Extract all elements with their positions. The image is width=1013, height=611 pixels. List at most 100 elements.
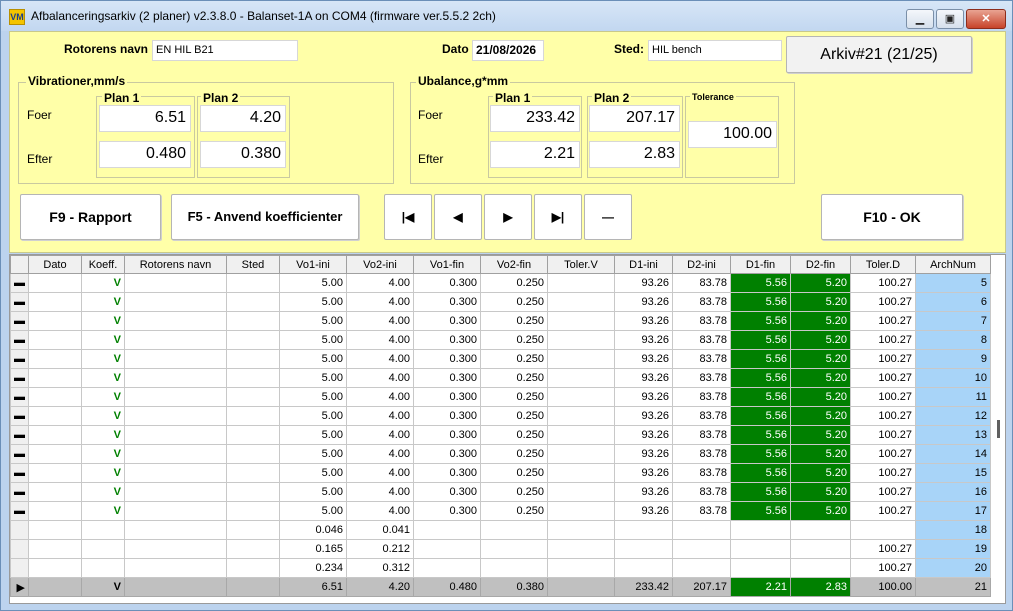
column-header[interactable]: D1-fin <box>730 255 791 274</box>
row-indicator[interactable]: ▬ <box>10 349 29 369</box>
apply-coefficients-button[interactable]: F5 - Anvend koefficienter <box>171 194 359 240</box>
table-cell: 5.56 <box>730 330 791 350</box>
archive-number-button[interactable]: Arkiv#21 (21/25) <box>786 36 972 73</box>
date-field[interactable]: 21/08/2026 <box>472 40 544 61</box>
table-cell: 0.300 <box>413 311 481 331</box>
row-indicator[interactable]: ▶ <box>10 577 29 597</box>
row-indicator[interactable]: ▬ <box>10 330 29 350</box>
row-indicator[interactable] <box>10 558 29 578</box>
table-cell: 83.78 <box>672 292 731 312</box>
table-cell: 0.250 <box>480 311 548 331</box>
previous-record-button[interactable]: ◀ <box>434 194 482 240</box>
row-indicator[interactable]: ▬ <box>10 368 29 388</box>
ok-button[interactable]: F10 - OK <box>821 194 963 240</box>
table-row[interactable]: 0.165 0.212 100.27 19 <box>10 539 991 559</box>
table-cell: 100.27 <box>850 273 916 293</box>
table-cell <box>790 539 851 559</box>
place-field[interactable]: HIL bench <box>648 40 782 61</box>
row-indicator[interactable]: ▬ <box>10 482 29 502</box>
table-cell: 8 <box>915 330 991 350</box>
app-window: VM Afbalanceringsarkiv (2 planer) v2.3.8… <box>0 0 1013 611</box>
table-row[interactable]: ▬ V 5.00 4.00 0.300 0.250 93.26 83.78 5.56 5.20 10… <box>10 292 991 312</box>
row-indicator[interactable] <box>10 520 29 540</box>
column-header[interactable]: D2-ini <box>672 255 731 274</box>
close-button[interactable]: ✕ <box>966 9 1006 29</box>
column-header[interactable]: Koeff. <box>81 255 125 274</box>
grid-scrollbar[interactable] <box>992 255 1005 603</box>
table-row[interactable]: ▬ V 5.00 4.00 0.300 0.250 93.26 83.78 5.56 5.20 10… <box>10 425 991 445</box>
minimize-button[interactable]: ▁ <box>906 9 934 29</box>
scrollbar-thumb[interactable] <box>997 420 1000 438</box>
column-header[interactable]: Dato <box>28 255 82 274</box>
table-row[interactable]: ▬ V 5.00 4.00 0.300 0.250 93.26 83.78 5.56 5.20 10… <box>10 273 991 293</box>
row-indicator[interactable]: ▬ <box>10 463 29 483</box>
table-row[interactable]: ▬ V 5.00 4.00 0.300 0.250 93.26 83.78 5.56 5.20 10… <box>10 501 991 521</box>
table-row[interactable]: 0.234 0.312 100.27 20 <box>10 558 991 578</box>
table-cell: 5.00 <box>279 444 347 464</box>
table-cell: 83.78 <box>672 425 731 445</box>
table-cell <box>226 406 280 426</box>
row-indicator[interactable] <box>10 539 29 559</box>
row-indicator[interactable]: ▬ <box>10 425 29 445</box>
table-cell <box>28 273 82 293</box>
report-button[interactable]: F9 - Rapport <box>20 194 161 240</box>
column-header[interactable]: Vo1-fin <box>413 255 481 274</box>
table-cell: 100.00 <box>850 577 916 597</box>
table-row[interactable]: 0.046 0.041 18 <box>10 520 991 540</box>
vibration-plan1-label: Plan 1 <box>102 91 142 105</box>
last-record-button[interactable]: ▶| <box>534 194 582 240</box>
table-cell: 4.20 <box>346 577 414 597</box>
table-cell: 0.300 <box>413 501 481 521</box>
title-bar[interactable]: VM Afbalanceringsarkiv (2 planer) v2.3.8… <box>1 1 1012 31</box>
column-header[interactable]: ArchNum <box>915 255 991 274</box>
table-cell: 5.20 <box>790 292 851 312</box>
table-cell: 5.00 <box>279 482 347 502</box>
row-indicator[interactable]: ▬ <box>10 444 29 464</box>
table-row[interactable]: ▬ V 5.00 4.00 0.300 0.250 93.26 83.78 5.56 5.20 10… <box>10 444 991 464</box>
row-indicator[interactable]: ▬ <box>10 501 29 521</box>
table-row[interactable]: ▬ V 5.00 4.00 0.300 0.250 93.26 83.78 5.56 5.20 10… <box>10 482 991 502</box>
first-record-button[interactable]: |◀ <box>384 194 432 240</box>
row-indicator[interactable]: ▬ <box>10 387 29 407</box>
row-indicator[interactable]: ▬ <box>10 273 29 293</box>
archive-grid[interactable]: Dato Koeff. Rotorens navn Sted Vo1-ini Vo2-in… <box>9 254 1006 604</box>
unbalance-before-label: Foer <box>418 108 443 122</box>
table-cell: 0.046 <box>279 520 347 540</box>
table-row[interactable]: ▬ V 5.00 4.00 0.300 0.250 93.26 83.78 5.56 5.20 10… <box>10 349 991 369</box>
rotor-name-field[interactable]: EN HIL B21 <box>152 40 298 61</box>
table-cell: 14 <box>915 444 991 464</box>
column-header[interactable]: Sted <box>226 255 280 274</box>
column-header[interactable]: Toler.V <box>547 255 615 274</box>
table-cell: V <box>81 387 125 407</box>
delete-record-button[interactable]: — <box>584 194 632 240</box>
column-header[interactable]: Toler.D <box>850 255 916 274</box>
column-header[interactable]: D2-fin <box>790 255 851 274</box>
table-row[interactable]: ▬ V 5.00 4.00 0.300 0.250 93.26 83.78 5.56 5.20 10… <box>10 368 991 388</box>
table-cell: 93.26 <box>614 406 673 426</box>
column-header[interactable]: Vo2-fin <box>480 255 548 274</box>
table-row[interactable]: ▬ V 5.00 4.00 0.300 0.250 93.26 83.78 5.56 5.20 10… <box>10 387 991 407</box>
table-row[interactable]: ▬ V 5.00 4.00 0.300 0.250 93.26 83.78 5.56 5.20 10… <box>10 311 991 331</box>
column-header[interactable]: Vo1-ini <box>279 255 347 274</box>
row-indicator[interactable]: ▬ <box>10 292 29 312</box>
table-row[interactable]: ▬ V 5.00 4.00 0.300 0.250 93.26 83.78 5.56 5.20 10… <box>10 330 991 350</box>
column-header[interactable]: Rotorens navn <box>124 255 227 274</box>
table-cell <box>413 558 481 578</box>
table-cell: 100.27 <box>850 425 916 445</box>
column-header[interactable]: D1-ini <box>614 255 673 274</box>
table-row[interactable]: ▶ V 6.51 4.20 0.480 0.380 233.42 207.17 2.21 2.83… <box>10 577 991 597</box>
table-row[interactable]: ▬ V 5.00 4.00 0.300 0.250 93.26 83.78 5.56 5.20 10… <box>10 406 991 426</box>
vibration-plan2-before-value: 4.20 <box>200 105 286 132</box>
table-cell: 5.56 <box>730 425 791 445</box>
row-indicator[interactable]: ▬ <box>10 406 29 426</box>
table-row[interactable]: ▬ V 5.00 4.00 0.300 0.250 93.26 83.78 5.56 5.20 10… <box>10 463 991 483</box>
form-panel: Rotorens navn EN HIL B21 Dato 21/08/2026… <box>9 31 1006 253</box>
table-cell <box>124 558 227 578</box>
row-indicator[interactable]: ▬ <box>10 311 29 331</box>
next-record-button[interactable]: ▶ <box>484 194 532 240</box>
column-header[interactable]: Vo2-ini <box>346 255 414 274</box>
table-cell: 233.42 <box>614 577 673 597</box>
table-cell: 0.250 <box>480 368 548 388</box>
table-cell: 5.56 <box>730 273 791 293</box>
maximize-button[interactable]: ▣ <box>936 9 964 29</box>
